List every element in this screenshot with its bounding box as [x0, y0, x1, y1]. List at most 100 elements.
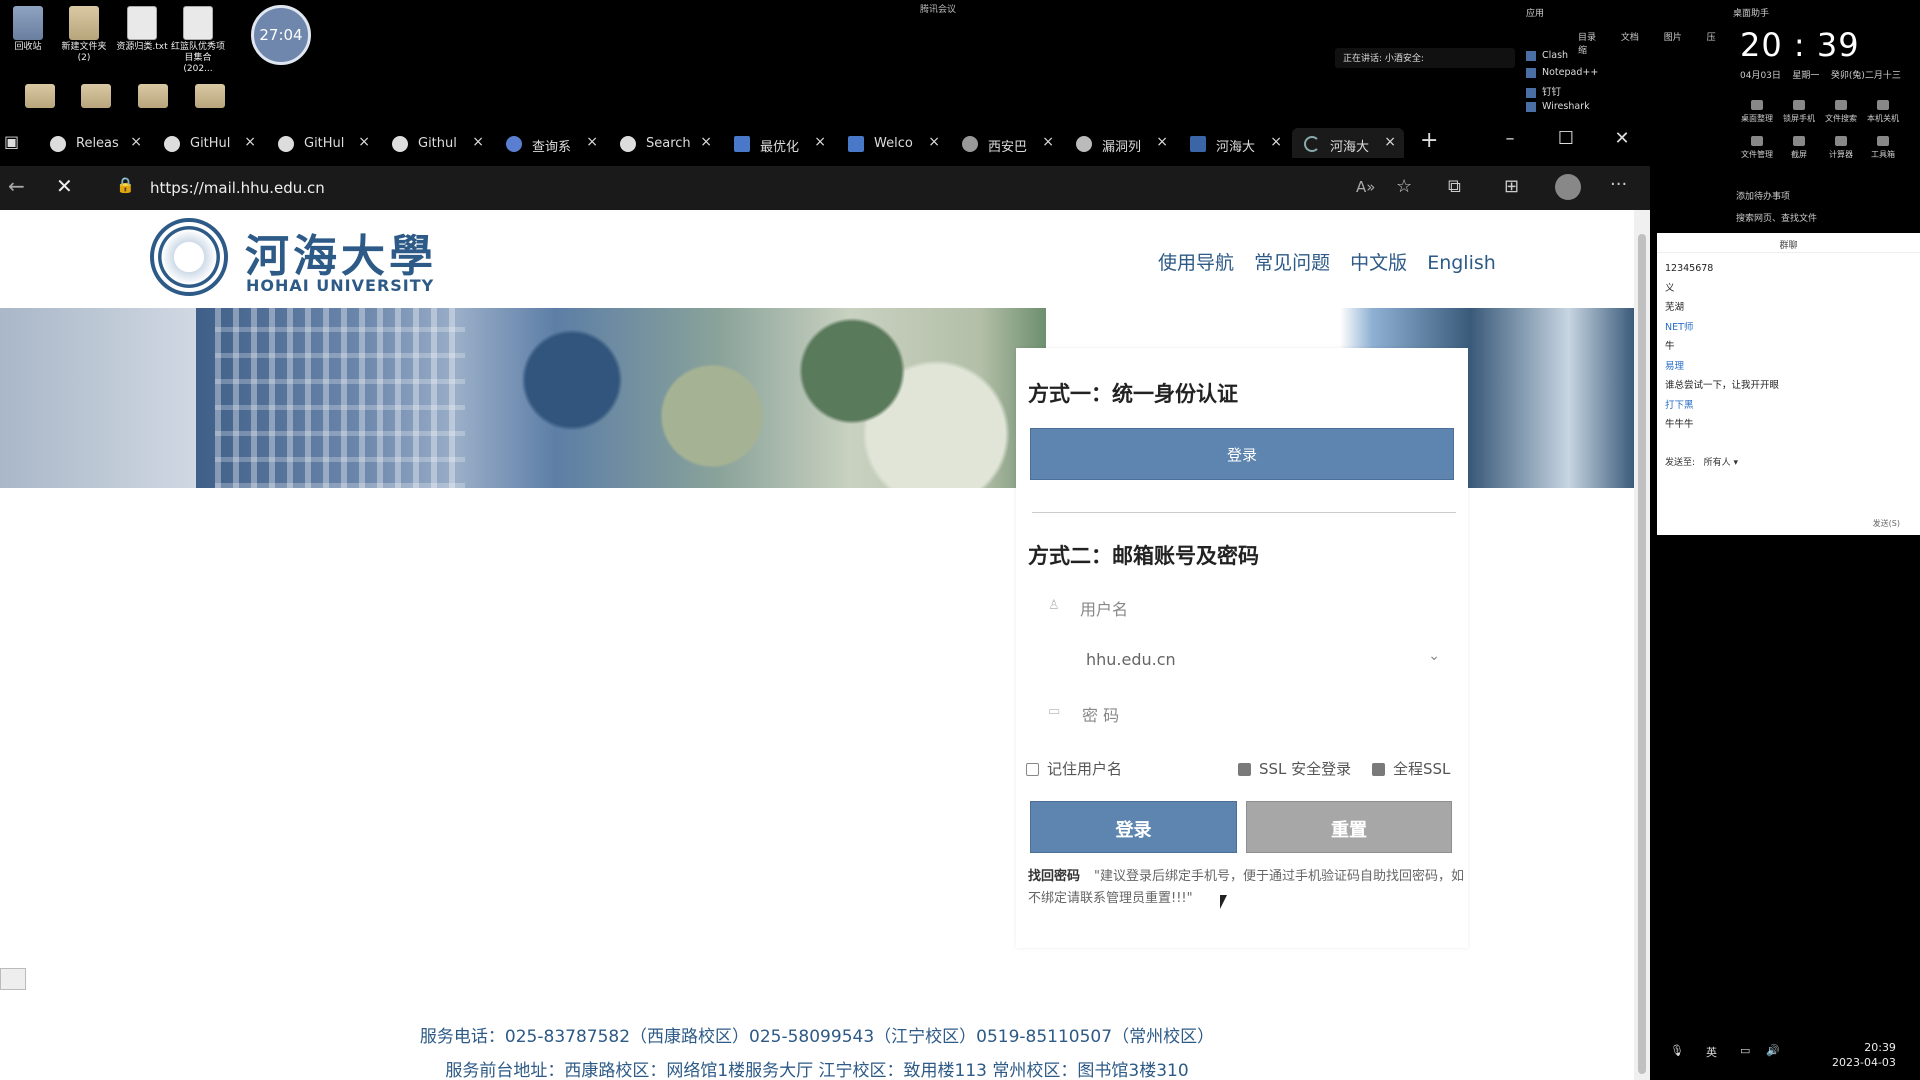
login-button[interactable]: 登录	[1030, 801, 1237, 853]
password-input[interactable]: 密 码	[1082, 702, 1119, 726]
app-filter-tab[interactable]: 图片	[1664, 33, 1682, 43]
domain-select[interactable]: hhu.edu.cn ⌄	[1028, 638, 1456, 682]
close-icon[interactable]: ×	[244, 134, 256, 150]
meeting-indicator[interactable]: 腾讯会议	[920, 2, 956, 15]
volume-icon[interactable]: 🔊	[1766, 1044, 1780, 1057]
close-icon[interactable]: ×	[1156, 134, 1168, 150]
tab[interactable]: Releas ×	[38, 128, 150, 158]
app-item-dingtalk[interactable]: 钉钉	[1526, 84, 1561, 98]
favorite-icon[interactable]: ☆	[1396, 176, 1412, 197]
taskbar-clock[interactable]: 20:39 2023-04-03	[1832, 1040, 1896, 1070]
tab[interactable]: 漏洞列 ×	[1064, 128, 1176, 158]
tool-desktop-organize[interactable]: 桌面整理	[1736, 100, 1778, 124]
tool-icon	[1793, 136, 1805, 146]
new-tab-button[interactable]: +	[1420, 128, 1438, 153]
tab[interactable]: GitHul ×	[152, 128, 264, 158]
desktop-icon-doc[interactable]: 红篮队优秀项目集合(202...	[170, 6, 226, 75]
nav-faq[interactable]: 常见问题	[1254, 252, 1330, 274]
side-widget[interactable]	[0, 968, 26, 990]
add-todo-link[interactable]: 添加待办事项	[1736, 186, 1817, 208]
send-button[interactable]: 发送(S)	[1873, 518, 1900, 529]
close-icon[interactable]: ×	[1270, 134, 1282, 150]
tab[interactable]: 查询系 ×	[494, 128, 606, 158]
app-filter-tab[interactable]: 目录	[1578, 33, 1596, 43]
recover-password-link[interactable]: 找回密码	[1028, 869, 1080, 884]
full-ssl-checkbox[interactable]: 全程SSL	[1372, 758, 1450, 779]
desktop-icon-new-folder[interactable]: 新建文件夹 (2)	[56, 6, 112, 64]
desktop-folder[interactable]	[68, 84, 124, 110]
tool-lock[interactable]: 锁屏手机	[1778, 100, 1820, 124]
tool-icon	[1751, 136, 1763, 146]
app-filter-tab[interactable]: 压缩	[1578, 33, 1716, 56]
tab[interactable]: GitHul ×	[266, 128, 378, 158]
close-icon[interactable]: ×	[1384, 134, 1396, 150]
close-icon[interactable]: ×	[814, 134, 826, 150]
nav-english[interactable]: English	[1427, 252, 1496, 274]
tab-active[interactable]: 河海大 ×	[1292, 128, 1404, 158]
password-field[interactable]: ▭ 密 码	[1028, 690, 1456, 734]
microphone-icon[interactable]: 🎙	[1670, 1044, 1684, 1057]
stop-icon[interactable]: ✕	[56, 174, 73, 198]
tab[interactable]: Search ×	[608, 128, 720, 158]
tab[interactable]: Welco ×	[836, 128, 948, 158]
desktop-icon-recycle-bin[interactable]: 回收站	[0, 6, 56, 53]
tab[interactable]: 河海大 ×	[1178, 128, 1290, 158]
more-icon[interactable]: ···	[1610, 174, 1627, 195]
back-icon[interactable]: ←	[8, 174, 25, 198]
network-icon[interactable]: ▭	[1740, 1044, 1750, 1057]
desktop-folder[interactable]	[125, 84, 181, 110]
input-language[interactable]: 英	[1706, 1044, 1717, 1060]
mouse-cursor	[1220, 895, 1227, 909]
ssl-login-checkbox[interactable]: SSL 安全登录	[1238, 758, 1351, 779]
app-filter-tab[interactable]: 文档	[1621, 33, 1639, 43]
chat-messages: 12345678 义 芜湖 NET师 牛 易理 谁总尝试一下，让我开开眼 打下黑…	[1657, 253, 1920, 441]
app-item-notepad[interactable]: Notepad++	[1526, 67, 1598, 78]
tab[interactable]: 西安巴 ×	[950, 128, 1062, 158]
sso-login-button[interactable]: 登录	[1030, 428, 1454, 480]
username-field[interactable]: ♙ 用户名	[1028, 584, 1456, 628]
app-item-wireshark[interactable]: Wireshark	[1526, 101, 1590, 112]
logo-english: HOHAI UNIVERSITY	[246, 276, 435, 295]
close-icon[interactable]: ×	[358, 134, 370, 150]
scrollbar-thumb[interactable]	[1638, 234, 1646, 1074]
remember-username-checkbox[interactable]: 记住用户名	[1026, 758, 1122, 779]
app-item-clash[interactable]: Clash	[1526, 50, 1568, 61]
tab-actions-icon[interactable]: ▣	[4, 132, 19, 151]
tool-search[interactable]: 文件搜索	[1820, 100, 1862, 124]
avatar[interactable]	[1555, 174, 1581, 200]
tool-calculator[interactable]: 计算器	[1820, 136, 1862, 160]
url-field[interactable]: https://mail.hhu.edu.cn	[150, 179, 325, 197]
close-icon[interactable]: ×	[472, 134, 484, 150]
minimize-icon[interactable]: –	[1482, 120, 1538, 149]
close-icon[interactable]: ×	[928, 134, 940, 150]
close-window-icon[interactable]: ✕	[1594, 120, 1650, 149]
search-link[interactable]: 搜索网页、查找文件	[1736, 208, 1817, 230]
nav-guide[interactable]: 使用导航	[1158, 252, 1234, 274]
desktop-folder[interactable]	[12, 84, 68, 110]
reset-button[interactable]: 重置	[1246, 801, 1452, 853]
floating-timer[interactable]: 27:04	[251, 5, 311, 65]
tab[interactable]: Githul ×	[380, 128, 492, 158]
maximize-icon[interactable]: ☐	[1538, 120, 1594, 149]
close-icon[interactable]: ×	[586, 134, 598, 150]
read-aloud-icon[interactable]: A»	[1356, 178, 1375, 196]
panel-links: 添加待办事项 搜索网页、查找文件	[1736, 186, 1817, 230]
nav-chinese[interactable]: 中文版	[1350, 252, 1407, 274]
tool-file-manager[interactable]: 文件管理	[1736, 136, 1778, 160]
page-scrollbar[interactable]	[1634, 210, 1650, 1080]
close-icon[interactable]: ×	[130, 134, 142, 150]
login-panel: 方式一：统一身份认证 登录 方式二：邮箱账号及密码 ♙ 用户名 hhu.edu.…	[1016, 348, 1468, 948]
desktop-folder[interactable]	[182, 84, 238, 110]
tab[interactable]: 最优化 ×	[722, 128, 834, 158]
send-to-select[interactable]: 所有人	[1704, 458, 1731, 468]
extensions-icon[interactable]: ⧉	[1448, 176, 1461, 197]
tool-shutdown[interactable]: 本机关机	[1862, 100, 1904, 124]
collections-icon[interactable]: ⊞	[1504, 176, 1519, 197]
username-input[interactable]: 用户名	[1080, 596, 1128, 620]
lock-icon[interactable]: 🔒	[116, 176, 135, 194]
tool-screenshot[interactable]: 截屏	[1778, 136, 1820, 160]
desktop-icon-txt[interactable]: 资源归类.txt	[114, 6, 170, 53]
close-icon[interactable]: ×	[700, 134, 712, 150]
tool-toolbox[interactable]: 工具箱	[1862, 136, 1904, 160]
close-icon[interactable]: ×	[1042, 134, 1054, 150]
